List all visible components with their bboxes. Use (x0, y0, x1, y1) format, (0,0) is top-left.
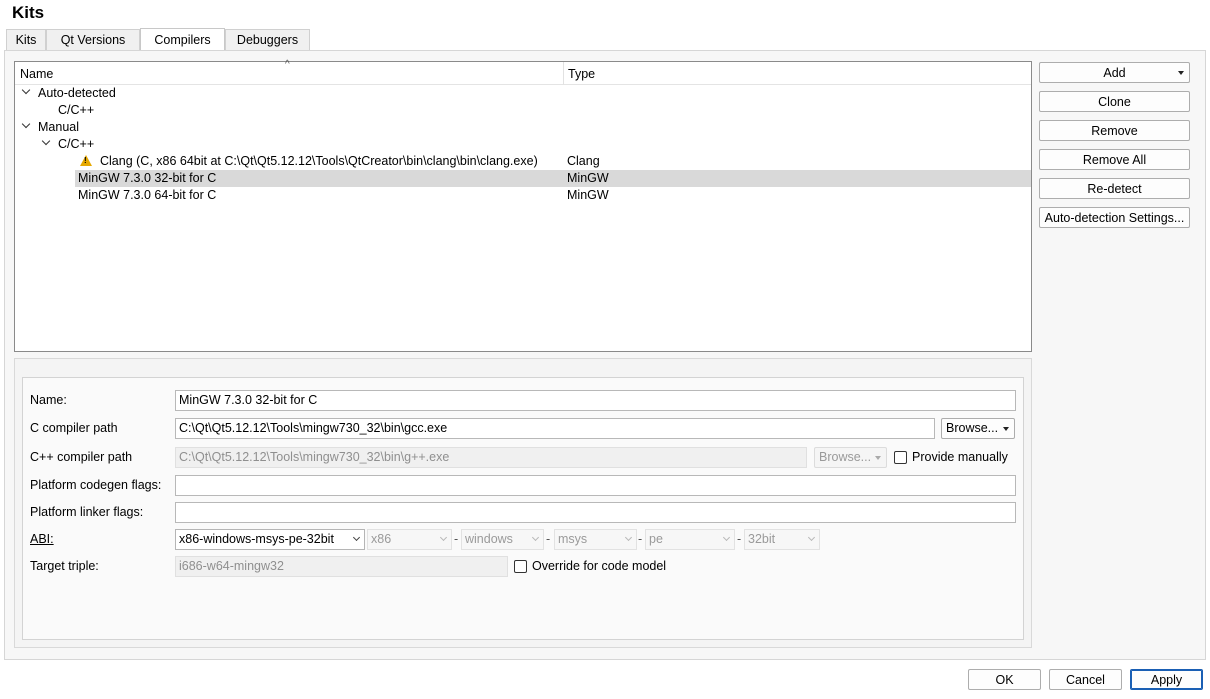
tree-row-type: MinGW (567, 171, 609, 185)
abi-format-combo: pe (645, 529, 735, 550)
remove-button[interactable]: Remove (1039, 120, 1190, 141)
ok-button[interactable]: OK (968, 669, 1041, 690)
abi-separator: - (737, 532, 742, 546)
override-code-model-checkbox[interactable] (514, 560, 527, 573)
abi-combo-value: x86-windows-msys-pe-32bit (179, 532, 334, 546)
chevron-down-icon[interactable] (21, 85, 31, 99)
tree-row-label: Auto-detected (38, 86, 116, 100)
cpp-browse-button: Browse... (814, 447, 887, 468)
warning-icon (80, 155, 92, 166)
browse-label: Browse... (946, 421, 999, 435)
linker-flags-label: Platform linker flags: (30, 505, 144, 519)
c-browse-button[interactable]: Browse... (941, 418, 1015, 439)
codegen-flags-field[interactable] (175, 475, 1016, 496)
chevron-down-icon[interactable] (41, 136, 51, 150)
browse-label: Browse... (819, 450, 872, 464)
tree-row-mingw-64[interactable]: MinGW 7.3.0 64-bit for C MinGW (15, 187, 1031, 204)
name-field[interactable]: MinGW 7.3.0 32-bit for C (175, 390, 1016, 411)
c-compiler-path-label: C compiler path (30, 421, 118, 435)
tree-row-label: MinGW 7.3.0 32-bit for C (78, 171, 217, 185)
tree-row-auto-cpp[interactable]: C/C++ (15, 102, 1031, 119)
tree-row-manual[interactable]: Manual (15, 119, 1031, 136)
tree-header: ^ Name Type (15, 59, 1031, 85)
page-title: Kits (12, 3, 45, 22)
abi-flavor-value: msys (558, 532, 588, 546)
name-label: Name: (30, 393, 67, 407)
tree-row-clang[interactable]: Clang (C, x86 64bit at C:\Qt\Qt5.12.12\T… (15, 153, 1031, 170)
abi-os-combo: windows (461, 529, 544, 550)
auto-detection-settings-button[interactable]: Auto-detection Settings... (1039, 207, 1190, 228)
add-button-label: Add (1103, 66, 1126, 80)
tree-row-type: Clang (567, 154, 600, 168)
chevron-down-icon (722, 533, 731, 542)
remove-all-button[interactable]: Remove All (1039, 149, 1190, 170)
abi-arch-value: x86 (371, 532, 392, 546)
cpp-compiler-path-label: C++ compiler path (30, 450, 133, 464)
target-triple-field: i686-w64-mingw32 (175, 556, 508, 577)
tree-row-manual-cpp[interactable]: C/C++ (15, 136, 1031, 153)
dropdown-arrow-icon (1178, 71, 1184, 75)
tab-compilers[interactable]: Compilers (140, 28, 225, 51)
abi-label: ABI: (30, 532, 54, 546)
add-button[interactable]: Add (1039, 62, 1190, 83)
chevron-down-icon (352, 533, 361, 542)
cancel-button[interactable]: Cancel (1049, 669, 1122, 690)
abi-format-value: pe (649, 532, 663, 546)
c-compiler-path-field[interactable]: C:\Qt\Qt5.12.12\Tools\mingw730_32\bin\gc… (175, 418, 935, 439)
column-header-name[interactable]: Name (20, 67, 53, 81)
chevron-down-icon (807, 533, 816, 542)
tree-row-label: C/C++ (58, 137, 95, 151)
tree-row-type: MinGW (567, 188, 609, 202)
dropdown-arrow-icon (1003, 427, 1009, 431)
sort-up-icon: ^ (285, 59, 290, 70)
clone-button[interactable]: Clone (1039, 91, 1190, 112)
redetect-button[interactable]: Re-detect (1039, 178, 1190, 199)
provide-manually-label[interactable]: Provide manually (912, 450, 1008, 464)
abi-width-combo: 32bit (744, 529, 820, 550)
override-code-model-label[interactable]: Override for code model (532, 559, 666, 573)
chevron-down-icon (624, 533, 633, 542)
dropdown-arrow-icon (875, 456, 881, 460)
abi-combo[interactable]: x86-windows-msys-pe-32bit (175, 529, 365, 550)
tab-kits[interactable]: Kits (6, 29, 46, 51)
abi-arch-combo: x86 (367, 529, 452, 550)
chevron-down-icon (531, 533, 540, 542)
column-divider[interactable] (563, 62, 564, 85)
abi-width-value: 32bit (748, 532, 776, 546)
abi-os-value: windows (465, 532, 513, 546)
tree-row-label: Clang (C, x86 64bit at C:\Qt\Qt5.12.12\T… (100, 154, 538, 168)
tree-row-auto-detected[interactable]: Auto-detected (15, 85, 1031, 102)
tree-row-label: Manual (38, 120, 79, 134)
compiler-tree[interactable]: ^ Name Type Auto-detected C/C++ Manual C… (14, 59, 1032, 352)
cpp-compiler-path-field: C:\Qt\Qt5.12.12\Tools\mingw730_32\bin\g+… (175, 447, 807, 468)
chevron-down-icon (439, 533, 448, 542)
tab-qt-versions[interactable]: Qt Versions (46, 29, 140, 51)
codegen-flags-label: Platform codegen flags: (30, 478, 162, 492)
abi-separator: - (638, 532, 643, 546)
abi-separator: - (546, 532, 551, 546)
target-triple-label: Target triple: (30, 559, 99, 573)
column-header-type[interactable]: Type (568, 67, 595, 81)
abi-separator: - (454, 532, 459, 546)
abi-flavor-combo: msys (554, 529, 637, 550)
tab-debuggers[interactable]: Debuggers (225, 29, 310, 51)
linker-flags-field[interactable] (175, 502, 1016, 523)
provide-manually-checkbox[interactable] (894, 451, 907, 464)
apply-button[interactable]: Apply (1130, 669, 1203, 690)
chevron-down-icon[interactable] (21, 119, 31, 133)
tree-row-mingw-32[interactable]: MinGW 7.3.0 32-bit for C MinGW (75, 170, 1031, 187)
tree-row-label: C/C++ (58, 103, 95, 117)
tree-row-label: MinGW 7.3.0 64-bit for C (78, 188, 217, 202)
